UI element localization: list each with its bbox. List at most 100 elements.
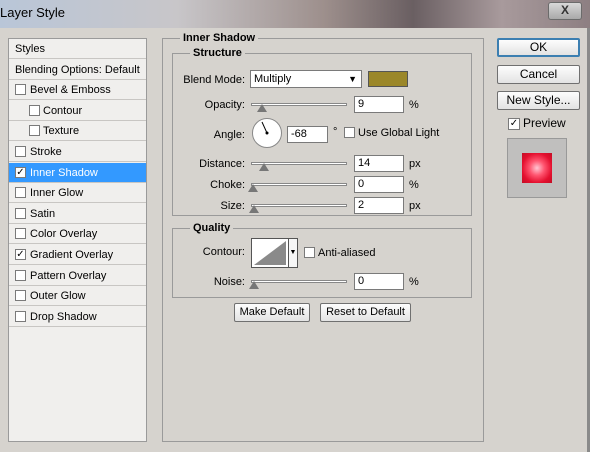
style-checkbox[interactable] [15,310,26,322]
style-item-outer-glow[interactable]: Outer Glow [9,286,146,307]
style-item-inner-glow[interactable]: Inner Glow [9,183,146,204]
style-item-pattern-overlay[interactable]: Pattern Overlay [9,266,146,286]
contour-curve-icon [254,241,286,265]
global-light-checkbox[interactable] [344,127,355,138]
quality-group: Quality Contour: ▼ Anti-aliased Noise: 0… [172,222,472,298]
style-checkbox[interactable] [15,207,26,219]
style-item-blending-options-default[interactable]: Blending Options: Default [9,60,146,80]
size-slider-thumb[interactable] [249,205,259,213]
global-light-label: Use Global Light [358,127,440,139]
style-item-label: Stroke [30,146,62,158]
style-item-styles[interactable]: Styles [9,39,146,59]
new-style-button[interactable]: New Style... [497,91,580,110]
style-item-label: Texture [43,125,80,138]
style-item-label: Gradient Overlay [30,249,114,261]
style-item-label: Inner Glow [30,187,84,200]
noise-slider-thumb[interactable] [249,281,259,289]
opacity-input[interactable]: 9 [354,96,404,113]
anti-aliased-label: Anti-aliased [318,247,376,259]
style-item-label: Contour [43,104,83,117]
style-checkbox[interactable]: ✓ [15,249,26,260]
style-checkbox[interactable] [15,228,26,240]
styles-list: Styles Blending Options: Default Bevel & E… [8,38,147,442]
noise-label: Noise: [213,276,245,288]
angle-dial-needle [261,121,269,135]
size-slider[interactable] [251,204,347,207]
layer-style-dialog: Styles Blending Options: Default Bevel & E… [0,28,590,452]
choke-label: Choke: [210,179,245,191]
size-input[interactable]: 2 [354,197,404,214]
structure-group: Structure Blend Mode: Multiply ▼ Opacity… [172,47,472,216]
angle-unit: ° [333,126,338,138]
chevron-down-icon: ▼ [348,74,357,84]
ok-button[interactable]: OK [497,38,580,57]
style-item-stroke[interactable]: Stroke [9,142,146,162]
blend-mode-label: Blend Mode: [183,74,245,86]
distance-slider-thumb[interactable] [259,163,269,171]
style-item-label: Drop Shadow [30,310,97,323]
preview-swatch [522,153,552,183]
close-button[interactable]: X [548,2,582,20]
style-checkbox[interactable] [29,125,40,137]
style-item-texture[interactable]: Texture [9,121,146,142]
style-checkbox[interactable] [15,269,26,281]
angle-label: Angle: [213,129,245,141]
style-checkbox[interactable] [15,84,26,96]
opacity-slider-thumb[interactable] [257,104,267,112]
blend-mode-value: Multiply [254,73,292,85]
size-unit: px [409,200,421,212]
preview-thumbnail [507,138,567,198]
distance-input[interactable]: 14 [354,155,404,172]
noise-input[interactable]: 0 [354,273,404,290]
style-item-satin[interactable]: Satin [9,204,146,224]
size-label: Size: [220,200,245,212]
style-checkbox[interactable] [29,104,40,116]
reset-to-default-button[interactable]: Reset to Default [320,303,411,322]
choke-slider[interactable] [251,183,347,186]
style-checkbox[interactable] [15,187,26,199]
cancel-button[interactable]: Cancel [497,65,580,84]
opacity-unit: % [409,99,419,111]
style-checkbox[interactable] [15,290,26,302]
preview-label: Preview [523,116,566,130]
blend-mode-select[interactable]: Multiply ▼ [250,70,362,88]
angle-input[interactable]: -68 [287,126,328,143]
contour-dropdown-arrow[interactable]: ▼ [289,238,298,268]
style-item-label: Styles [15,43,45,55]
angle-dial[interactable] [252,118,282,148]
contour-label: Contour: [202,246,245,258]
distance-label: Distance: [199,158,245,170]
style-item-drop-shadow[interactable]: Drop Shadow [9,307,146,327]
style-item-color-overlay[interactable]: Color Overlay [9,224,146,245]
style-checkbox[interactable]: ✓ [15,166,26,178]
style-item-label: Blending Options: Default [15,63,140,76]
style-item-gradient-overlay[interactable]: ✓ Gradient Overlay [9,245,146,265]
style-item-label: Pattern Overlay [30,269,107,282]
style-checkbox[interactable] [15,146,26,157]
preview-checkbox[interactable]: ✓ [508,118,520,130]
style-item-label: Inner Shadow [30,166,98,179]
structure-title: Structure [190,47,245,59]
opacity-label: Opacity: [204,99,245,111]
noise-slider[interactable] [251,280,347,283]
make-default-button[interactable]: Make Default [234,303,310,322]
style-item-label: Bevel & Emboss [30,84,111,97]
style-item-label: Outer Glow [30,290,86,303]
style-item-label: Satin [30,207,56,220]
window-title: Layer Style [0,5,66,20]
noise-unit: % [409,276,419,288]
distance-unit: px [409,158,421,170]
anti-aliased-checkbox[interactable] [304,247,315,258]
inner-shadow-group: Inner Shadow Structure Blend Mode: Multi… [162,32,484,442]
shadow-color-swatch[interactable] [368,71,408,87]
style-item-label: Color Overlay [30,228,98,241]
choke-unit: % [409,179,419,191]
style-item-contour[interactable]: Contour [9,101,146,121]
contour-picker[interactable] [251,238,289,268]
quality-title: Quality [190,222,234,234]
style-item-inner-shadow[interactable]: ✓ Inner Shadow [9,162,146,183]
choke-input[interactable]: 0 [354,176,404,193]
choke-slider-thumb[interactable] [248,184,258,192]
style-item-bevel-emboss[interactable]: Bevel & Emboss [9,80,146,101]
inner-shadow-title: Inner Shadow [180,32,259,44]
